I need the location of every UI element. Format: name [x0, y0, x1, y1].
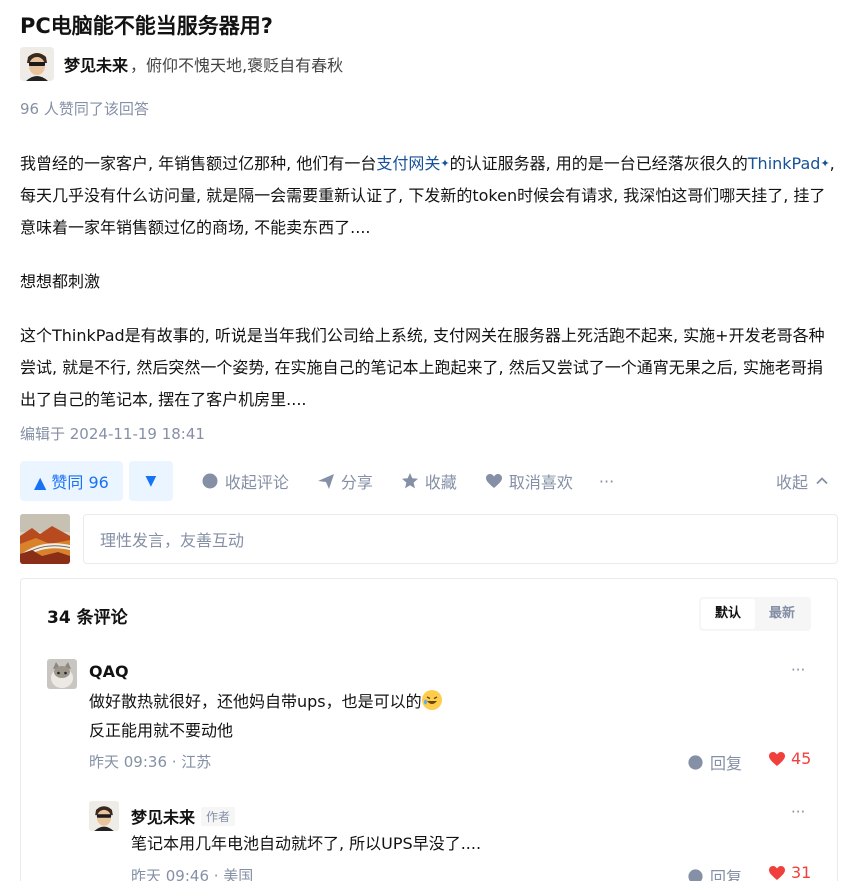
- comment-meta: 昨天 09:46 · 美国: [131, 867, 254, 881]
- share-button[interactable]: 分享: [317, 469, 373, 493]
- comment-input[interactable]: 理性发言，友善互动: [83, 514, 838, 564]
- favorite-button[interactable]: 收藏: [401, 469, 457, 493]
- commenter-name[interactable]: 梦见未来 作者: [131, 804, 236, 828]
- author-name[interactable]: 梦见未来: [64, 52, 128, 76]
- paragraph: 我曾经的一家客户, 年销售额过亿那种, 他们有一台支付网关✦的认证服务器, 用的…: [20, 154, 835, 237]
- commenter-avatar[interactable]: [89, 801, 119, 831]
- comments-count: 34 条评论: [47, 608, 128, 628]
- more-button[interactable]: ···: [599, 472, 614, 491]
- collapse-comments-button[interactable]: 收起评论: [201, 469, 289, 493]
- comment-meta: 昨天 09:36 · 江苏: [89, 753, 212, 771]
- downvote-button[interactable]: ▼: [128, 461, 173, 501]
- heart-icon: [769, 751, 785, 766]
- comment-text: 笔记本用几年电池自动就坏了, 所以UPS早没了....: [131, 834, 482, 853]
- link-thinkpad[interactable]: ThinkPad✦: [748, 154, 830, 173]
- question-title[interactable]: PC电脑能不能当服务器用?: [20, 10, 273, 40]
- author-avatar[interactable]: [20, 47, 54, 81]
- reply-item: 梦见未来 作者 笔记本用几年电池自动就坏了, 所以UPS早没了.... 昨天 09…: [89, 801, 813, 881]
- author-badge: 作者: [201, 807, 236, 826]
- answer-content: 我曾经的一家客户, 年销售额过亿那种, 他们有一台支付网关✦的认证服务器, 用的…: [20, 148, 838, 438]
- comment-icon: [202, 473, 218, 489]
- edit-timestamp[interactable]: 编辑于 2024-11-19 18:41: [20, 423, 205, 444]
- paragraph: 这个ThinkPad是有故事的, 听说是当年我们公司给上系统, 支付网关在服务器…: [20, 326, 825, 409]
- link-payment-gateway[interactable]: 支付网关✦: [376, 154, 449, 173]
- commenter-avatar[interactable]: [47, 659, 77, 689]
- share-icon: [317, 474, 334, 489]
- heart-icon: [485, 474, 502, 488]
- paragraph: 想想都刺激: [20, 272, 101, 291]
- comment-icon: [688, 754, 703, 770]
- heart-icon: [769, 865, 785, 880]
- sort-latest-button[interactable]: 最新: [755, 599, 809, 629]
- reply-button[interactable]: 回复: [687, 864, 742, 881]
- comment-icon: [688, 868, 703, 881]
- star-icon: [401, 473, 418, 489]
- comment-text-line: 反正能用就不要动他: [89, 721, 234, 740]
- chevron-up-icon: [816, 477, 828, 485]
- current-user-avatar: [20, 514, 70, 564]
- commenter-name[interactable]: QAQ: [89, 662, 129, 681]
- upvote-button[interactable]: ▲ 赞同 96: [20, 461, 123, 501]
- comments-panel: 34 条评论 默认 最新 QAQ 做好散热就很好，还他妈自带ups，也是可以的 …: [20, 578, 838, 881]
- voters-count[interactable]: 96 人赞同了该回答: [20, 98, 149, 119]
- unlike-button[interactable]: 取消喜欢: [485, 469, 573, 493]
- comment-more-button[interactable]: ···: [791, 803, 805, 821]
- author-bio: ，俯仰不愧天地,褒贬自有春秋: [130, 56, 344, 75]
- author-info: 梦见未来 ，俯仰不愧天地,褒贬自有春秋: [20, 47, 343, 81]
- sort-default-button[interactable]: 默认: [700, 599, 755, 629]
- collapse-answer-button[interactable]: 收起: [776, 461, 830, 501]
- action-bar: ▲ 赞同 96 ▼ 收起评论 分享 收藏 取消喜欢 ··· 收起: [20, 461, 838, 501]
- reply-button[interactable]: 回复: [687, 750, 742, 774]
- comment-more-button[interactable]: ···: [791, 661, 805, 679]
- like-button[interactable]: 31: [768, 863, 811, 881]
- sort-toggle: 默认 最新: [698, 597, 811, 631]
- comment-item: QAQ 做好散热就很好，还他妈自带ups，也是可以的 反正能用就不要动他 昨天 …: [47, 659, 813, 779]
- like-button[interactable]: 45: [768, 749, 811, 768]
- comment-text: 做好散热就很好，还他妈自带ups，也是可以的: [89, 687, 442, 716]
- rofl-emoji-icon: [421, 690, 442, 710]
